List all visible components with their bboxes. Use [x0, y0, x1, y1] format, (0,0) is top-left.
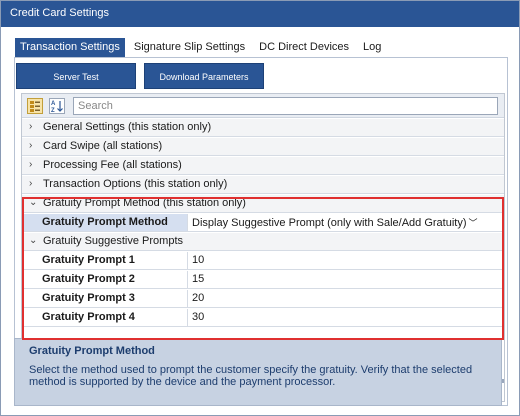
category-transaction-options[interactable]: › Transaction Options (this station only… — [22, 176, 504, 194]
category-label: Processing Fee (all stations) — [43, 159, 182, 171]
category-card-swipe[interactable]: › Card Swipe (all stations) — [22, 138, 504, 156]
chevron-right-icon[interactable]: › — [29, 141, 39, 151]
description-text: Select the method used to prompt the cus… — [29, 364, 473, 388]
category-label: Transaction Options (this station only) — [43, 178, 228, 190]
download-parameters-button[interactable]: Download Parameters — [144, 63, 264, 89]
svg-text:Z: Z — [51, 108, 55, 113]
server-test-button[interactable]: Server Test — [16, 63, 136, 89]
description-title: Gratuity Prompt Method — [29, 345, 155, 357]
alphabetical-sort-icon[interactable]: A Z — [49, 98, 65, 114]
search-input[interactable]: Search — [73, 97, 498, 115]
property-name: Gratuity Prompt 1 — [22, 252, 188, 269]
chevron-right-icon[interactable]: › — [29, 160, 39, 170]
property-name: Gratuity Prompt 2 — [22, 271, 188, 288]
chevron-down-icon[interactable]: ﹀ — [469, 218, 478, 228]
category-processing-fee[interactable]: › Processing Fee (all stations) — [22, 157, 504, 175]
credit-card-settings-window: Credit Card Settings Transaction Setting… — [0, 0, 520, 416]
category-label: Card Swipe (all stations) — [43, 140, 163, 152]
gratuity-prompt-3-field[interactable]: 20 — [189, 290, 204, 307]
property-name: Gratuity Prompt 3 — [22, 290, 188, 307]
property-gratuity-prompt-2[interactable]: Gratuity Prompt 2 15 — [22, 271, 504, 289]
property-gratuity-prompt-4[interactable]: Gratuity Prompt 4 30 — [22, 309, 504, 327]
gratuity-prompt-4-field[interactable]: 30 — [189, 309, 204, 326]
property-name: Gratuity Prompt 4 — [22, 309, 188, 326]
category-label: Gratuity Prompt Method (this station onl… — [43, 197, 246, 209]
category-gratuity-prompt-method[interactable]: ⌄ Gratuity Prompt Method (this station o… — [22, 195, 504, 213]
property-name: Gratuity Prompt Method — [22, 214, 188, 231]
tab-dc-direct-devices[interactable]: DC Direct Devices — [254, 38, 354, 57]
property-value: Display Suggestive Prompt (only with Sal… — [192, 217, 467, 229]
category-label: Gratuity Suggestive Prompts — [43, 235, 184, 247]
chevron-down-icon[interactable]: ⌄ — [29, 198, 39, 208]
property-grid-toolbar: A Z Search — [22, 94, 504, 118]
property-gratuity-prompt-1[interactable]: Gratuity Prompt 1 10 — [22, 252, 504, 270]
category-general-settings[interactable]: › General Settings (this station only) — [22, 119, 504, 137]
tab-log[interactable]: Log — [358, 38, 386, 57]
gratuity-prompt-1-field[interactable]: 10 — [189, 252, 204, 269]
tab-strip: Transaction Settings Signature Slip Sett… — [15, 38, 390, 57]
property-gratuity-prompt-3[interactable]: Gratuity Prompt 3 20 — [22, 290, 504, 308]
category-gratuity-suggestive-prompts[interactable]: ⌄ Gratuity Suggestive Prompts — [22, 233, 504, 251]
window-title: Credit Card Settings — [1, 1, 519, 27]
category-label: General Settings (this station only) — [43, 121, 212, 133]
svg-text:A: A — [51, 101, 56, 107]
categorized-view-icon[interactable] — [27, 98, 43, 114]
tab-transaction-settings[interactable]: Transaction Settings — [15, 38, 125, 57]
chevron-right-icon[interactable]: › — [29, 179, 39, 189]
description-panel: Gratuity Prompt Method Select the method… — [14, 338, 502, 406]
gratuity-prompt-2-field[interactable]: 15 — [189, 271, 204, 288]
property-gratuity-prompt-method[interactable]: Gratuity Prompt Method Display Suggestiv… — [22, 214, 504, 232]
tab-signature-slip-settings[interactable]: Signature Slip Settings — [129, 38, 250, 57]
chevron-right-icon[interactable]: › — [29, 122, 39, 132]
chevron-down-icon[interactable]: ⌄ — [29, 236, 39, 246]
gratuity-prompt-method-select[interactable]: Display Suggestive Prompt (only with Sal… — [189, 214, 478, 231]
